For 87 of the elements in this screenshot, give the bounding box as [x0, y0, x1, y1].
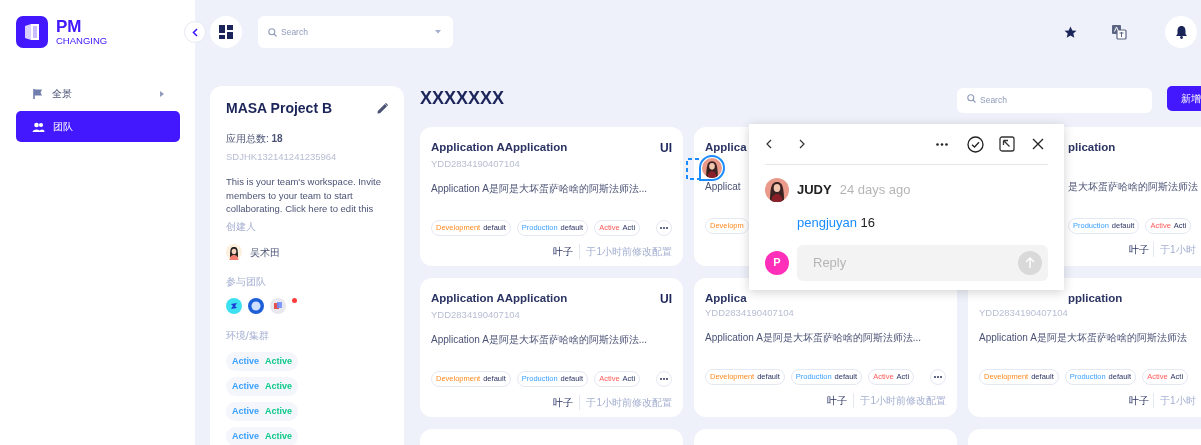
- section-label: 创建人: [226, 220, 257, 235]
- avatar: [765, 178, 789, 202]
- logo-subtitle: CHANGING: [56, 35, 108, 46]
- comment-time: 24 days ago: [839, 181, 911, 200]
- card-description: Application A是阿是大坏蛋萨哈啥的阿斯法师法...: [705, 331, 922, 345]
- cluster-tag: Active Active: [226, 402, 299, 422]
- chevron-left-icon: [766, 139, 772, 149]
- bell-icon: [1174, 25, 1188, 39]
- cluster-tag: Active Active: [226, 377, 299, 397]
- more-button[interactable]: [656, 371, 672, 387]
- pencil-icon: [377, 103, 388, 114]
- people-icon: [32, 120, 45, 133]
- card-code: YDD2834190407104: [705, 306, 795, 319]
- page-title: XXXXXXX: [420, 87, 505, 110]
- exit-icon: [999, 136, 1015, 152]
- search-icon: [268, 27, 277, 37]
- comment-author: JUDY: [797, 181, 832, 200]
- reply-field[interactable]: Reply: [797, 244, 1048, 281]
- card-title: plication: [1068, 140, 1116, 155]
- card-title: Applica: [705, 291, 747, 306]
- more-button[interactable]: [930, 369, 946, 385]
- modified-time: 于1小时前修改配置: [579, 243, 672, 259]
- chevron-left-icon: [192, 27, 198, 37]
- flag-icon: [32, 87, 44, 100]
- team-icon: [226, 298, 242, 315]
- user-name: 叶子: [1129, 393, 1149, 408]
- card-code: YDD2834190407104: [979, 306, 1069, 319]
- grid-icon: [219, 25, 233, 39]
- user-name: 叶子: [553, 395, 574, 410]
- comment-text: pengjuyan 16: [797, 214, 877, 232]
- search-icon: [967, 94, 976, 103]
- card-title: Application AApplication: [431, 140, 568, 155]
- dashboard-button[interactable]: [210, 16, 242, 48]
- creator-name: 吴术田: [250, 245, 280, 260]
- modified-time: 于1小时: [1153, 392, 1196, 408]
- card-code: YDD2834190407104: [431, 157, 521, 170]
- cluster-tag: Active Active: [226, 352, 299, 372]
- card-description: Application A是阿是大坏蛋萨哈啥的阿斯法师法: [979, 331, 1187, 345]
- user-avatar: P: [765, 250, 789, 275]
- user-name: 叶子: [827, 393, 848, 408]
- sidebar-item[interactable]: 全景: [16, 78, 180, 109]
- star-icon[interactable]: [1064, 25, 1077, 39]
- add-button[interactable]: 新增: [1167, 86, 1201, 111]
- team-icon: [248, 298, 264, 315]
- modified-time: 于1小时: [1153, 241, 1196, 257]
- chevron-right-icon: [799, 139, 805, 149]
- sidebar-item[interactable]: 团队: [16, 111, 180, 142]
- user-name: 叶子: [553, 244, 574, 259]
- logo-icon: [16, 16, 48, 48]
- close-icon: [1032, 138, 1044, 150]
- card-code: YDD2834190407104: [431, 308, 521, 321]
- project-code: SDJHK132141241235964: [226, 150, 338, 164]
- edit-button[interactable]: [377, 103, 388, 114]
- user-name: 叶子: [1129, 242, 1149, 257]
- check-circle-icon: [966, 135, 984, 153]
- search-field[interactable]: Search: [258, 16, 453, 48]
- avatar: [702, 157, 722, 178]
- card-title: Application AApplication: [431, 291, 568, 306]
- card-title: pplication: [1068, 291, 1123, 306]
- modified-time: 于1小时前修改配置: [579, 394, 672, 410]
- resolve-button[interactable]: [965, 134, 985, 154]
- open-button[interactable]: [997, 134, 1017, 154]
- project-title: MASA Project B: [226, 99, 333, 118]
- team-icon: [270, 298, 286, 315]
- avatar-icon: [226, 244, 242, 261]
- card-description: 是大坏蛋萨哈啥的阿斯法师法: [1068, 180, 1198, 194]
- card-description: Application A是阿是大坏蛋萨哈啥的阿斯法师法...: [431, 333, 648, 347]
- project-description: This is your team's workspace. Invite members to your team to start collaborating. Click here to edit this: [226, 175, 382, 216]
- card-description: Application A是阿是大坏蛋萨哈啥的阿斯法师法...: [431, 182, 648, 196]
- cluster-tag: Active Active: [226, 427, 299, 445]
- translate-icon[interactable]: [1111, 24, 1127, 40]
- card-title: Applica: [705, 140, 747, 155]
- more-icon: [936, 142, 948, 146]
- modified-time: 于1小时前修改配置: [853, 392, 946, 408]
- section-label: 环境/集群: [226, 329, 270, 344]
- card-description: Applicat: [705, 180, 741, 194]
- app-count: 应用总数: 18: [226, 132, 284, 146]
- notifications-button[interactable]: [1165, 16, 1197, 48]
- search-field[interactable]: Search: [957, 87, 1152, 113]
- type-label: UI: [660, 291, 672, 308]
- more-button[interactable]: [656, 220, 672, 236]
- dropdown-icon: [435, 30, 441, 34]
- selection-marker: [686, 158, 700, 180]
- arrow-up-icon: [1025, 256, 1035, 269]
- section-label: 参与团队: [226, 275, 267, 290]
- type-label: UI: [660, 140, 672, 157]
- logo-title: PM: [56, 18, 83, 35]
